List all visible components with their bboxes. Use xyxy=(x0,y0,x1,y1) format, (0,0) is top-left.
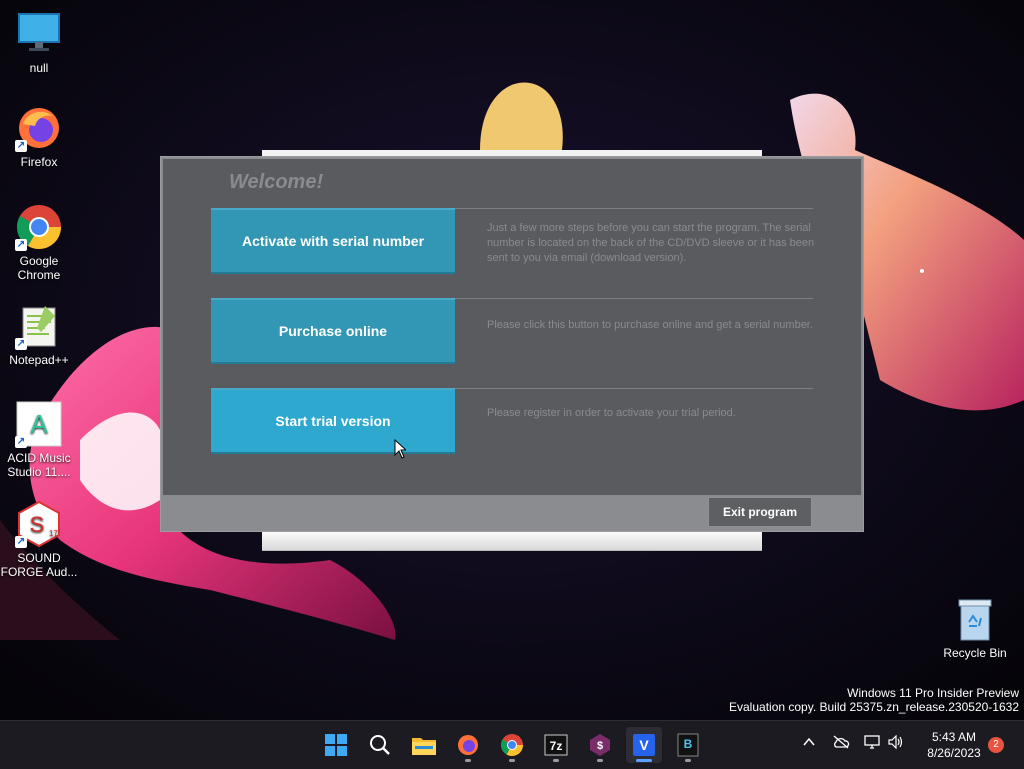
purchase-online-description: Please click this button to purchase onl… xyxy=(487,319,813,331)
cloud-offline-icon[interactable] xyxy=(832,735,850,752)
svg-text:7z: 7z xyxy=(550,739,563,753)
desktop-icon-label: null xyxy=(29,61,49,75)
running-indicator xyxy=(465,759,471,762)
volume-icon[interactable] xyxy=(888,734,904,752)
desktop-icon-soundforge[interactable]: S 17 ↗ SOUND FORGE Aud... xyxy=(0,500,78,579)
start-trial-description: Please register in order to activate you… xyxy=(487,407,736,419)
watermark-build: Evaluation copy. Build 25375.zn_release.… xyxy=(729,700,1019,714)
firefox-icon[interactable] xyxy=(450,727,486,763)
desktop-icon-acid[interactable]: A ↗ ACID Music Studio 11.... xyxy=(0,400,78,479)
exit-program-button[interactable]: Exit program xyxy=(708,497,812,527)
desktop-icon-label: Google Chrome xyxy=(17,254,61,282)
notepadpp-icon: ↗ xyxy=(15,302,63,350)
watermark-edition: Windows 11 Pro Insider Preview xyxy=(847,686,1019,700)
desktop-icon-chrome[interactable]: ↗ Google Chrome xyxy=(0,203,78,282)
welcome-title: Welcome! xyxy=(229,171,324,193)
chrome-icon: ↗ xyxy=(15,203,63,251)
monitor-icon xyxy=(15,10,63,58)
running-indicator xyxy=(636,759,652,762)
vegas-icon[interactable]: V xyxy=(626,727,662,763)
svg-text:17: 17 xyxy=(49,529,58,538)
desktop-icon-recycle-bin[interactable]: Recycle Bin xyxy=(940,598,1010,660)
svg-text:$: $ xyxy=(597,740,603,752)
clock-date: 8/26/2023 xyxy=(927,746,981,760)
start-trial-button[interactable]: Start trial version xyxy=(211,388,455,454)
activation-dialog: Welcome! Activate with serial number Jus… xyxy=(160,156,864,532)
clock-time: 5:43 AM xyxy=(931,730,977,744)
chevron-up-icon[interactable] xyxy=(802,735,816,752)
recycle-bin-label: Recycle Bin xyxy=(943,646,1007,660)
svg-text:S: S xyxy=(30,512,45,537)
desktop-icon-label: ACID Music Studio 11.... xyxy=(7,451,71,479)
7zip-icon[interactable]: 7z xyxy=(538,727,574,763)
recycle-bin-icon xyxy=(955,598,995,642)
desktop-icon-firefox[interactable]: ↗ Firefox xyxy=(0,104,78,169)
file-explorer-icon[interactable] xyxy=(406,727,442,763)
notification-badge[interactable]: 2 xyxy=(988,737,1004,753)
firefox-icon: ↗ xyxy=(15,104,63,152)
desktop-icon-label: Firefox xyxy=(20,155,58,169)
desktop-icon-label: SOUND FORGE Aud... xyxy=(0,551,78,579)
soundforge-icon: S 17 ↗ xyxy=(15,500,63,548)
mouse-cursor-icon xyxy=(394,439,406,459)
activate-serial-description: Just a few more steps before you can sta… xyxy=(487,222,815,264)
running-indicator xyxy=(553,759,559,762)
activate-serial-button[interactable]: Activate with serial number xyxy=(211,208,455,274)
dialog-content-panel: Welcome! Activate with serial number Jus… xyxy=(163,159,861,495)
dialog-backdrop-bottom xyxy=(262,530,762,551)
shortcut-arrow-icon: ↗ xyxy=(15,436,27,448)
svg-text:V: V xyxy=(639,737,649,753)
running-indicator xyxy=(509,759,515,762)
svg-text:A: A xyxy=(30,409,48,439)
system-clock[interactable]: 5:43 AM 8/26/2023 xyxy=(912,729,996,761)
shortcut-arrow-icon: ↗ xyxy=(15,338,27,350)
network-icon[interactable] xyxy=(864,735,880,752)
running-indicator xyxy=(685,759,691,762)
search-icon[interactable] xyxy=(362,727,398,763)
soundforge-icon[interactable]: $ xyxy=(582,727,618,763)
desktop-icon-null[interactable]: null xyxy=(0,10,78,75)
purchase-online-button[interactable]: Purchase online xyxy=(211,298,455,364)
shortcut-arrow-icon: ↗ xyxy=(15,140,27,152)
svg-text:B: B xyxy=(684,737,693,751)
windows-watermark: Windows 11 Pro Insider Preview Evaluatio… xyxy=(729,686,1019,714)
shortcut-arrow-icon: ↗ xyxy=(15,536,27,548)
acid-icon: A ↗ xyxy=(15,400,63,448)
chrome-icon[interactable] xyxy=(494,727,530,763)
boris-icon[interactable]: B xyxy=(670,727,706,763)
taskbar: 7z $ V B 5:43 AM 8/26/2023 2 xyxy=(0,720,1024,769)
desktop-icon-label: Notepad++ xyxy=(9,353,69,367)
windows-start-icon[interactable] xyxy=(318,727,354,763)
shortcut-arrow-icon: ↗ xyxy=(15,239,27,251)
desktop-icon-notepadpp[interactable]: ↗ Notepad++ xyxy=(0,302,78,367)
running-indicator xyxy=(597,759,603,762)
